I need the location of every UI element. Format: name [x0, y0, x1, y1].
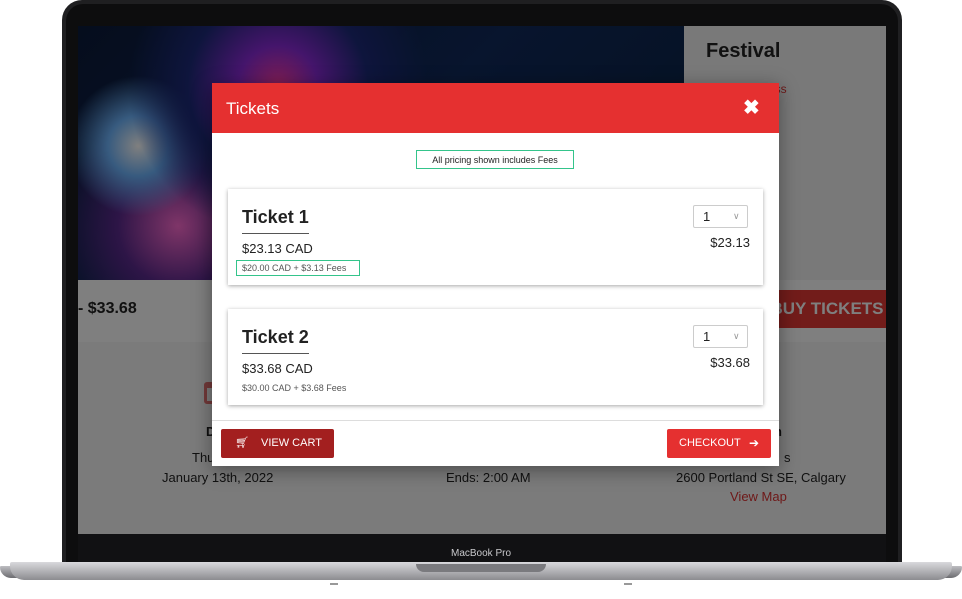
ticket-price: $23.13 CAD: [242, 241, 313, 256]
quantity-value: 1: [703, 329, 711, 344]
arrow-right-icon: ➔: [749, 436, 760, 450]
chevron-down-icon: ∨: [733, 331, 740, 341]
ticket-total: $23.13: [710, 235, 750, 250]
cart-icon: 🛒︎: [235, 437, 249, 449]
laptop-notch: [416, 564, 546, 572]
checkout-label: CHECKOUT: [679, 437, 741, 449]
ticket-price: $33.68 CAD: [242, 361, 313, 376]
ticket-name-underline: [242, 353, 309, 354]
ticket-fee-breakdown: $30.00 CAD + $3.68 Fees: [242, 383, 347, 393]
view-cart-label: VIEW CART: [261, 437, 322, 449]
ticket-total: $33.68: [710, 355, 750, 370]
checkout-button[interactable]: CHECKOUT ➔: [667, 429, 771, 458]
ticket-name: Ticket 1: [242, 207, 309, 227]
quantity-select[interactable]: 1 ∨: [693, 205, 748, 228]
tickets-modal: Tickets ✖ All pricing shown includes Fee…: [212, 83, 779, 466]
ticket-name-underline: [242, 233, 309, 234]
screen: Festival oss - $33.68 BUY TICKETS D Thu …: [78, 26, 886, 534]
modal-header: [212, 83, 779, 133]
device-model-label: MacBook Pro: [450, 548, 512, 559]
modal-footer-divider: [212, 420, 779, 421]
view-cart-button[interactable]: 🛒︎ VIEW CART: [221, 429, 334, 458]
quantity-select[interactable]: 1 ∨: [693, 325, 748, 348]
fees-note: All pricing shown includes Fees: [416, 150, 574, 169]
ticket-fee-breakdown: $20.00 CAD + $3.13 Fees: [242, 263, 347, 273]
modal-title: Tickets: [226, 99, 280, 118]
laptop-foot: [624, 583, 632, 585]
close-icon[interactable]: ✖: [743, 95, 760, 120]
ticket-card: Ticket 2 $33.68 CAD $30.00 CAD + $3.68 F…: [228, 309, 763, 405]
quantity-value: 1: [703, 209, 711, 224]
ticket-name: Ticket 2: [242, 327, 309, 347]
laptop-foot: [330, 583, 338, 585]
ticket-card: Ticket 1 $23.13 CAD $20.00 CAD + $3.13 F…: [228, 189, 763, 285]
chevron-down-icon: ∨: [733, 211, 740, 221]
